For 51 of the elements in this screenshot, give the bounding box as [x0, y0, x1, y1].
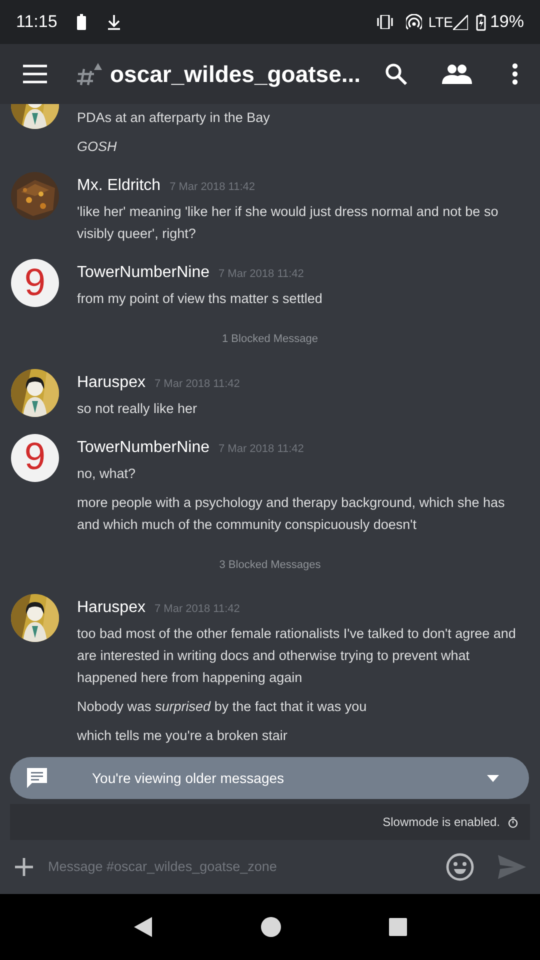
older-messages-banner[interactable]: You're viewing older messages [10, 757, 529, 799]
message-text: from my point of view ths matter s settled [77, 290, 324, 308]
add-icon[interactable] [14, 857, 34, 877]
message-text: so not really like her [77, 400, 198, 418]
author-name[interactable]: Mx. Eldritch [77, 174, 161, 198]
message-text: GOSH [77, 138, 118, 156]
vibrate-icon [376, 15, 394, 29]
caret-icon [487, 774, 499, 782]
author-name[interactable]: TowerNumberNine [77, 436, 210, 460]
battery-charging-icon [476, 14, 486, 30]
banner-text: You're viewing older messages [92, 768, 286, 788]
back-icon[interactable] [132, 915, 154, 939]
message-text: no, what? [77, 464, 137, 482]
home-icon[interactable] [258, 915, 283, 939]
timestamp: 7 Mar 2018 11:42 [218, 267, 304, 282]
message-text: PDAs at an afterparty in the Bay [77, 109, 271, 127]
chat-bubble-icon [26, 767, 48, 789]
emoji-icon[interactable] [446, 853, 474, 881]
network-label: LTE [428, 12, 453, 32]
timestamp: 7 Mar 2018 11:42 [154, 602, 240, 617]
channel-title: oscar_wildes_goatse... [110, 60, 361, 89]
avatar: 9 [11, 259, 59, 307]
timer-icon [508, 816, 518, 828]
author-name[interactable]: Haruspex [77, 370, 146, 394]
overview-icon[interactable] [388, 917, 408, 937]
timestamp: 7 Mar 2018 11:42 [170, 180, 255, 195]
timestamp: 7 Mar 2018 11:42 [218, 442, 304, 456]
message-text: more people with a psychology and therapy background, which she has and which much of the community conspicuously doesn't [77, 494, 506, 534]
blocked-messages-label[interactable]: 1 Blocked Message [222, 331, 318, 348]
more-icon[interactable] [512, 63, 518, 85]
message-text: which tells me you're a broken stair [77, 727, 288, 745]
channel-hash-icon [76, 61, 102, 87]
battery-level: 19% [490, 11, 524, 34]
slowmode-notice: Slowmode is enabled. [382, 814, 500, 831]
blocked-messages-label[interactable]: 3 Blocked Messages [219, 556, 321, 573]
timestamp: 7 Mar 2018 11:42 [154, 376, 240, 392]
hotspot-icon [406, 14, 422, 30]
menu-icon[interactable] [22, 64, 48, 84]
message-text: Nobody was surprised by the fact that it was you [77, 698, 368, 716]
download-icon [106, 14, 122, 30]
avatar: 9 [11, 434, 59, 482]
message-text: too bad most of the other female rationalists I've talked to don't agree and are interested in writing docs and otherwise trying to prevent what happened here from happening again [77, 625, 517, 687]
battery-icon [77, 14, 86, 30]
message-input[interactable]: Message #oscar_wildes_goatse_zone [48, 856, 432, 878]
author-name[interactable]: TowerNumberNine [77, 261, 210, 285]
members-icon[interactable] [442, 64, 472, 84]
signal-icon [452, 14, 468, 30]
clock: 11:15 [16, 11, 58, 34]
search-icon[interactable] [384, 62, 408, 86]
author-name[interactable]: Haruspex [77, 596, 146, 620]
message-text: 'like her' meaning 'like her if she would just dress normal and not be so visibly queer', right? [77, 203, 500, 243]
